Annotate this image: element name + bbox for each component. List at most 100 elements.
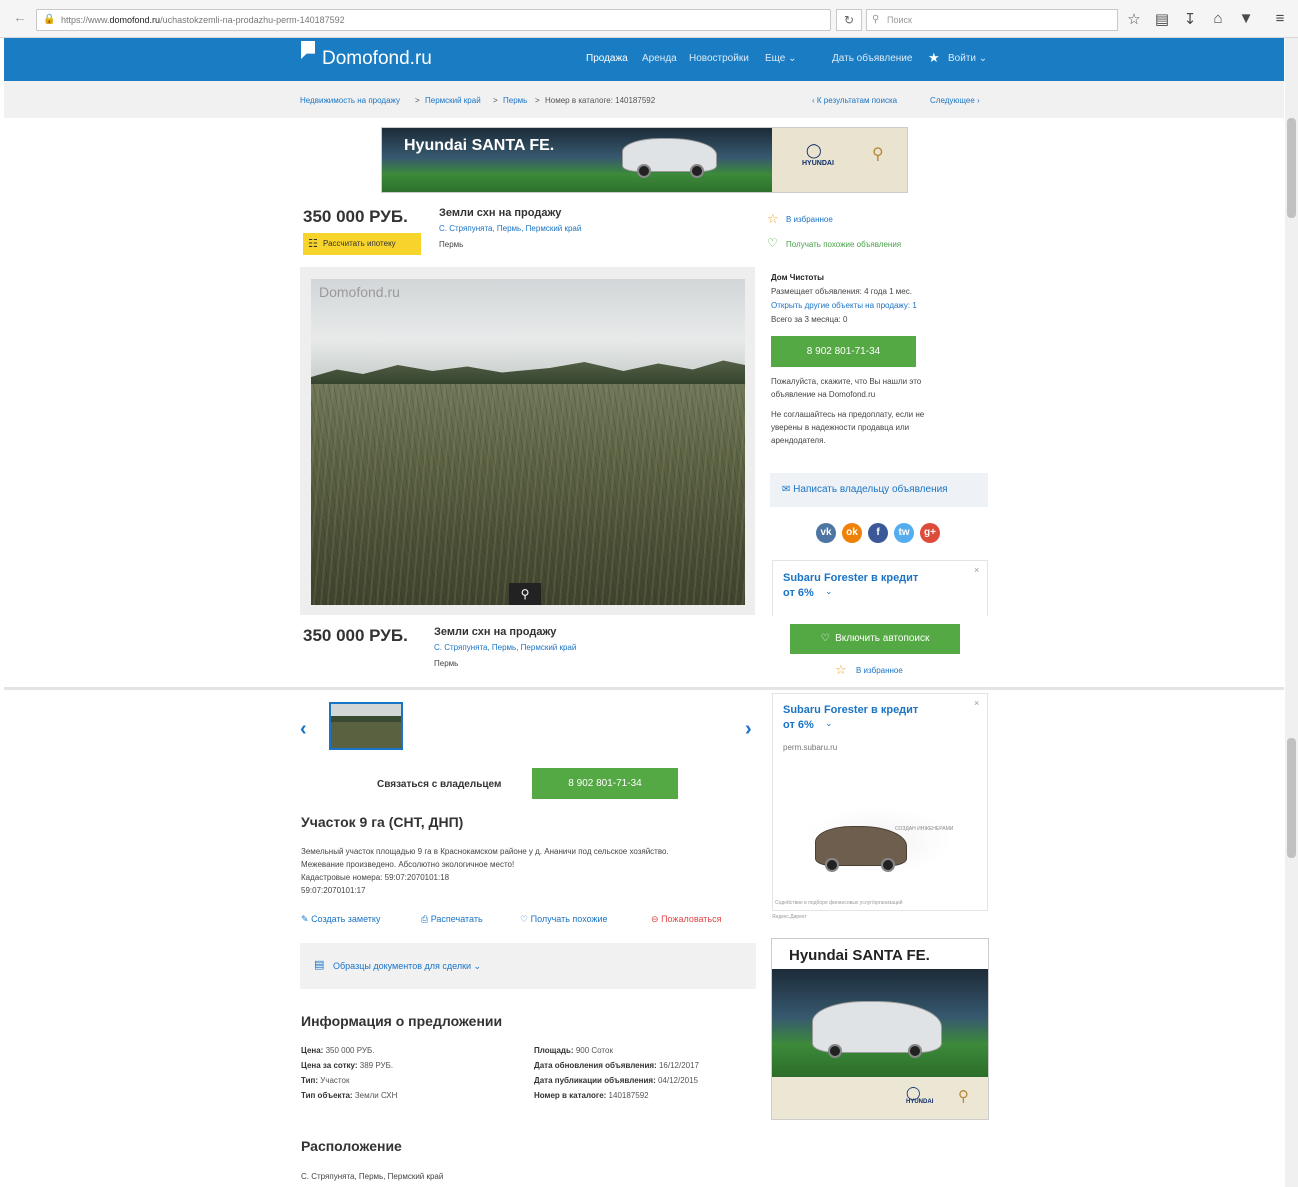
clipboard-icon[interactable]: ▤ bbox=[1152, 10, 1172, 28]
site-logo[interactable]: Domofond.ru bbox=[322, 48, 432, 70]
document-icon: ▤ bbox=[314, 959, 325, 971]
location-heading: Расположение bbox=[301, 1138, 402, 1154]
subaru-ad-top[interactable]: Subaru Forester в кредит от 6% ⌄ × bbox=[772, 560, 988, 620]
ad-source: Яндекс.Директ bbox=[772, 914, 807, 920]
location-address: С. Стряпунята, Пермь, Пермский край bbox=[301, 1172, 444, 1181]
scrollbar[interactable] bbox=[1285, 38, 1298, 1187]
description-line: Межевание произведено. Абсолютно экологи… bbox=[301, 860, 515, 869]
back-to-results-link[interactable]: ‹ К результатам поиска bbox=[812, 96, 897, 105]
search-input[interactable]: ⚲ Поиск bbox=[866, 9, 1118, 31]
autosearch-button[interactable]: ♡ Включить автопоиск bbox=[790, 624, 960, 654]
banner-title: Hyundai SANTA FE. bbox=[789, 947, 930, 964]
home-icon[interactable]: ⌂ bbox=[1208, 10, 1228, 27]
hyundai-logo: HYUNDAI bbox=[802, 160, 834, 167]
download-icon[interactable]: ↧ bbox=[1180, 10, 1200, 28]
catalog-number: Номер в каталоге: 140187592 bbox=[545, 96, 656, 105]
ok-icon[interactable]: ok bbox=[842, 523, 862, 543]
back-icon[interactable]: ← bbox=[10, 9, 30, 25]
listing-title: Земли схн на продажу bbox=[439, 207, 562, 219]
similar-link[interactable]: Получать похожие объявления bbox=[786, 240, 901, 249]
envelope-icon: ✉ bbox=[782, 484, 791, 495]
notice-line: Пожалуйста, скажите, что Вы нашли это bbox=[771, 377, 922, 386]
world-cup-icon: ⚲ bbox=[958, 1088, 969, 1105]
documents-panel[interactable]: ▤ Образцы документов для сделки ⌄ bbox=[300, 943, 756, 989]
login-link[interactable]: Войти ⌄ bbox=[948, 53, 987, 64]
seller-since: Размещает объявления: 4 года 1 мес. bbox=[771, 287, 912, 296]
hyundai-banner-side[interactable]: Hyundai SANTA FE. ◯ HYUNDAI ⚲ bbox=[771, 938, 989, 1120]
print-button[interactable]: ⎙ Распечатать bbox=[421, 914, 483, 925]
google-plus-icon[interactable]: g+ bbox=[920, 523, 940, 543]
write-owner-button[interactable]: ✉ Написать владельцу объявления bbox=[770, 473, 988, 507]
info-row: Цена за сотку: 389 РУБ. bbox=[301, 1061, 394, 1070]
zoom-icon[interactable]: ⚲ bbox=[509, 583, 541, 605]
calculator-icon: ☷ bbox=[308, 238, 318, 250]
nav-rent[interactable]: Аренда bbox=[642, 53, 677, 64]
scrollbar-thumb[interactable] bbox=[1287, 738, 1296, 858]
address-bar[interactable]: 🔒 https://www.domofond.ru/uchastokzemli-… bbox=[36, 9, 831, 31]
scrollbar-thumb[interactable] bbox=[1287, 118, 1296, 218]
bell-icon: ♡ bbox=[520, 914, 529, 924]
sticky-city: Пермь bbox=[434, 659, 459, 668]
pocket-icon[interactable]: ▼ bbox=[1236, 10, 1256, 27]
show-phone-button[interactable]: 8 902 801-71-34 bbox=[771, 336, 916, 367]
next-listing-link[interactable]: Следующее › bbox=[930, 96, 980, 105]
gallery-prev-button[interactable]: ‹ bbox=[300, 718, 307, 741]
create-note-button[interactable]: ✎ Создать заметку bbox=[301, 914, 380, 925]
info-row: Дата обновления объявления: 16/12/2017 bbox=[534, 1061, 699, 1070]
logo-flag-icon bbox=[301, 41, 315, 59]
report-button[interactable]: ⊖ Пожаловаться bbox=[651, 914, 722, 925]
favorite-link[interactable]: В избранное bbox=[786, 215, 833, 224]
favorites-star-icon[interactable]: ★ bbox=[928, 50, 940, 66]
url-prefix: https://www. bbox=[61, 15, 110, 25]
favorite-star-icon[interactable]: ☆ bbox=[767, 211, 779, 227]
sticky-address[interactable]: С. Стряпунята, Пермь, Пермский край bbox=[434, 643, 576, 652]
nav-more[interactable]: Еще ⌄ bbox=[765, 53, 797, 64]
sticky-summary bbox=[4, 616, 1284, 690]
breadcrumb-item[interactable]: Пермский край bbox=[425, 96, 481, 105]
info-row: Тип объекта: Земли СХН bbox=[301, 1091, 398, 1100]
hyundai-banner-top[interactable]: Hyundai SANTA FE. HYUNDAI ◯ ⚲ bbox=[381, 127, 908, 193]
reload-icon[interactable]: ↻ bbox=[836, 9, 862, 31]
gallery-thumbnail[interactable] bbox=[329, 702, 403, 750]
bookmark-star-icon[interactable]: ☆ bbox=[1124, 10, 1144, 28]
twitter-icon[interactable]: tw bbox=[894, 523, 914, 543]
facebook-icon[interactable]: f bbox=[868, 523, 888, 543]
breadcrumb-item[interactable]: Пермь bbox=[503, 96, 527, 105]
listing-address[interactable]: С. Стряпунята, Пермь, Пермский край bbox=[439, 224, 581, 233]
chevron-down-icon: ⌄ bbox=[825, 718, 833, 728]
menu-icon[interactable]: ≡ bbox=[1270, 10, 1290, 27]
warning-line: арендодателя. bbox=[771, 436, 826, 445]
pencil-icon: ✎ bbox=[301, 914, 309, 924]
ad-title: Subaru Forester в кредит bbox=[783, 572, 919, 584]
favorite-star-icon[interactable]: ☆ bbox=[835, 662, 847, 678]
description-heading: Участок 9 га (СНТ, ДНП) bbox=[301, 814, 464, 830]
get-similar-button[interactable]: ♡ Получать похожие bbox=[520, 914, 608, 925]
close-icon[interactable]: × bbox=[974, 698, 979, 708]
contact-phone-button[interactable]: 8 902 801-71-34 bbox=[532, 768, 678, 799]
seller-total: Всего за 3 месяца: 0 bbox=[771, 315, 848, 324]
sticky-title: Земли схн на продажу bbox=[434, 626, 557, 638]
description-line: Кадастровые номера: 59:07:2070101:18 bbox=[301, 873, 450, 882]
seller-other-link[interactable]: Открыть другие объекты на продажу: 1 bbox=[771, 301, 917, 310]
listing-photo[interactable]: Domofond.ru ⚲ bbox=[311, 279, 745, 605]
breadcrumb-item[interactable]: Недвижимость на продажу bbox=[300, 96, 400, 105]
world-cup-icon: ⚲ bbox=[872, 146, 884, 163]
bell-icon: ♡ bbox=[767, 236, 778, 250]
sticky-favorite-link[interactable]: В избранное bbox=[856, 666, 903, 675]
search-placeholder: Поиск bbox=[887, 15, 912, 25]
hyundai-h-icon: ◯ bbox=[806, 142, 822, 158]
bell-icon: ♡ bbox=[820, 633, 830, 644]
post-ad-link[interactable]: Дать объявление bbox=[832, 53, 912, 64]
nav-sale[interactable]: Продажа bbox=[586, 53, 628, 64]
vk-icon[interactable]: vk bbox=[816, 523, 836, 543]
close-icon[interactable]: × bbox=[974, 565, 979, 575]
ad-footer: Содействие в подборе финансовых услуг/ор… bbox=[775, 900, 903, 906]
ad-caption: СОЗДАН ИНЖЕНЕРАМИ bbox=[895, 826, 954, 832]
sticky-price: 350 000 РУБ. bbox=[303, 626, 408, 645]
nav-newbuild[interactable]: Новостройки bbox=[689, 53, 749, 64]
gallery-next-button[interactable]: › bbox=[745, 718, 752, 741]
contact-label: Связаться с владельцем bbox=[377, 779, 502, 790]
info-row: Тип: Участок bbox=[301, 1076, 350, 1085]
subaru-ad[interactable]: Subaru Forester в кредит от 6% ⌄ perm.su… bbox=[772, 693, 988, 911]
mortgage-button[interactable]: ☷ Рассчитать ипотеку bbox=[303, 233, 421, 255]
